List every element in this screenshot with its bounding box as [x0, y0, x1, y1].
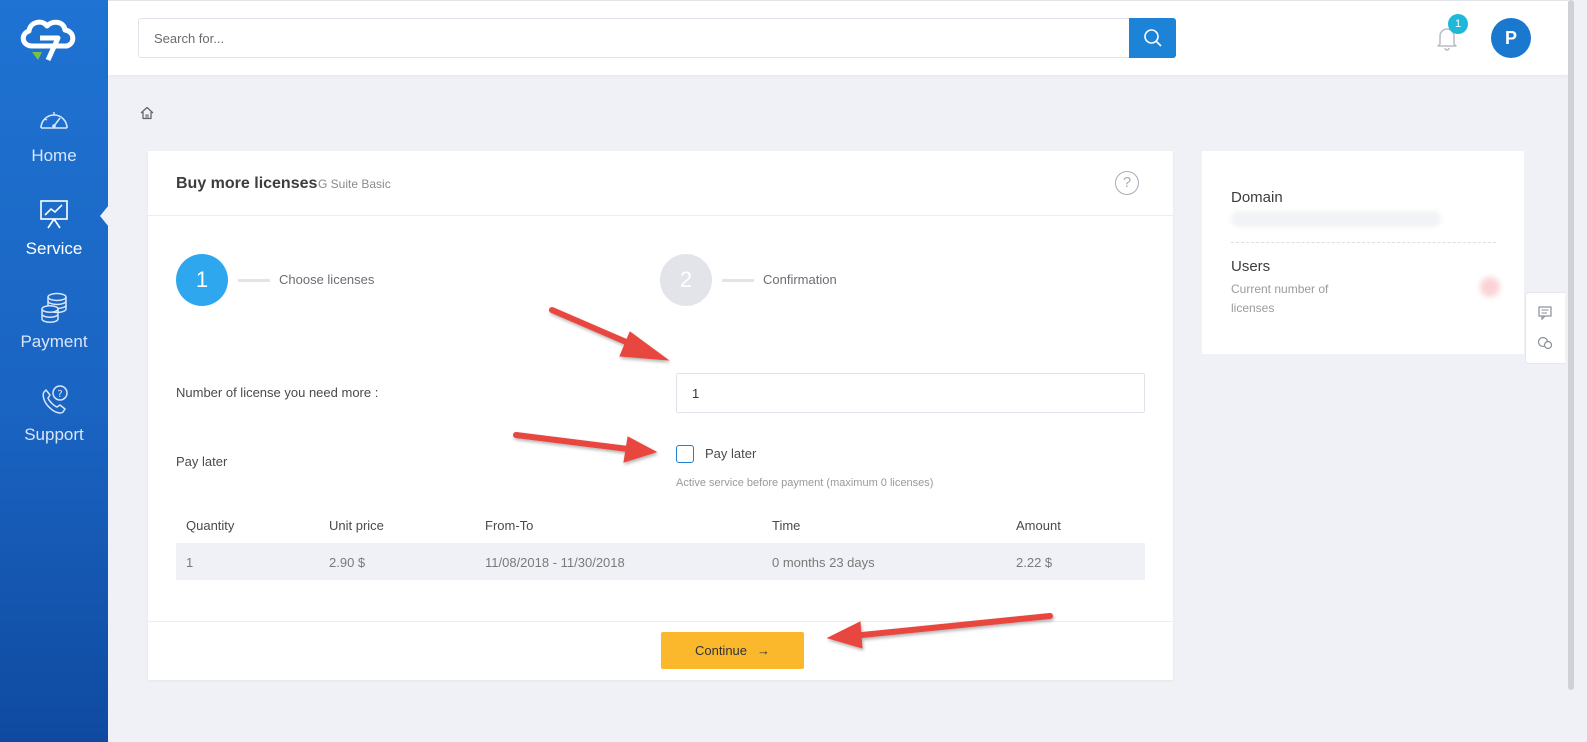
avatar[interactable]: P: [1491, 18, 1531, 58]
sidebar-item-label: Service: [25, 239, 83, 258]
comment-icon[interactable]: [1537, 305, 1553, 321]
column-header: Time: [772, 518, 801, 533]
quantity-input[interactable]: [676, 373, 1145, 413]
step-1-circle: 1: [176, 254, 228, 306]
table-cell: 0 months 23 days: [772, 555, 875, 570]
search-input[interactable]: [139, 19, 1129, 57]
sidebar-item-support[interactable]: ? Support: [0, 383, 108, 445]
table-cell: 1: [186, 555, 194, 570]
column-header: Amount: [1016, 518, 1061, 533]
continue-button[interactable]: Continue →: [661, 632, 804, 669]
sidebar-item-label: Support: [24, 425, 84, 444]
users-title: Users: [1231, 258, 1271, 275]
search-button[interactable]: [1129, 18, 1176, 58]
phone-help-icon: ?: [42, 385, 68, 414]
presentation-chart-icon: [40, 200, 68, 229]
table-cell: 2.22 $: [1016, 555, 1053, 570]
domain-value-redacted: [1231, 211, 1441, 227]
sidebar: Home Service Payment ? Support: [0, 0, 109, 742]
active-indicator: [100, 205, 109, 227]
brand-logo-icon[interactable]: [18, 16, 78, 66]
arrow-right-icon: →: [757, 643, 771, 658]
card-title: Buy more licenses: [176, 175, 318, 192]
table-row: [176, 543, 1145, 580]
footer-divider: [148, 621, 1173, 622]
card-header: Buy more licenses G Suite Basic ?: [148, 151, 1173, 216]
step-1-label: Choose licenses: [279, 272, 375, 287]
scrollbar-thumb[interactable]: [1568, 0, 1574, 690]
search-icon: [1143, 29, 1162, 47]
sidebar-item-service[interactable]: Service: [0, 197, 108, 259]
chat-icon[interactable]: [1537, 335, 1553, 351]
buy-licenses-card: Buy more licenses G Suite Basic ? 1 Choo…: [148, 151, 1173, 680]
sidebar-item-home[interactable]: Home: [0, 104, 108, 166]
pay-later-label: Pay later: [176, 454, 228, 469]
coins-icon: [41, 292, 67, 323]
sidebar-item-label: Home: [31, 146, 77, 165]
home-icon[interactable]: [139, 105, 155, 121]
users-count-redacted: [1480, 277, 1500, 297]
step-2-connector: [722, 279, 754, 282]
users-description: Current number of licenses: [1231, 282, 1329, 315]
sidebar-item-label: Payment: [20, 332, 88, 351]
column-header: Quantity: [186, 518, 235, 533]
pay-later-checkbox[interactable]: [676, 445, 694, 463]
pay-later-hint: Active service before payment (maximum 0…: [676, 477, 934, 489]
scrollbar-track[interactable]: [1568, 0, 1587, 742]
speedometer-icon: [40, 112, 68, 129]
step-2-label: Confirmation: [763, 272, 837, 287]
step-2-circle: 2: [660, 254, 712, 306]
table-cell: 2.90 $: [329, 555, 366, 570]
pay-later-checkbox-label[interactable]: Pay later: [705, 446, 756, 461]
help-icon[interactable]: ?: [1115, 171, 1139, 195]
column-header: From-To: [485, 518, 534, 533]
step-1-connector: [238, 279, 270, 282]
table-cell: 11/08/2018 - 11/30/2018: [485, 555, 625, 570]
quantity-label: Number of license you need more :: [176, 385, 379, 400]
subscription-summary-card: Domain Users Current number of licenses: [1202, 151, 1524, 354]
domain-title: Domain: [1231, 189, 1283, 206]
card-subtitle: G Suite Basic: [318, 177, 391, 191]
summary-divider: [1231, 242, 1496, 243]
column-header: Unit price: [329, 518, 384, 533]
notification-badge: 1: [1448, 14, 1468, 34]
topbar: 1 P: [108, 0, 1568, 75]
search-box: [138, 18, 1176, 58]
sidebar-item-payment[interactable]: Payment: [0, 290, 108, 352]
floating-toolbar: [1525, 292, 1565, 364]
svg-text:?: ?: [57, 389, 62, 400]
continue-label: Continue: [694, 643, 748, 658]
